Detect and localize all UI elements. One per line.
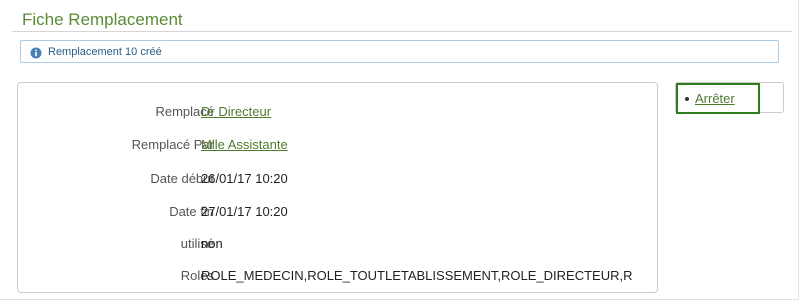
details-card: Remplacé Dr Directeur Remplacé Par Mlle … <box>17 82 658 293</box>
field-row-date-fin: Date fin 27/01/17 10:20 <box>18 202 657 222</box>
field-value-roles: ROLE_MEDECIN,ROLE_TOUTLETABLISSEMENT,ROL… <box>201 268 633 283</box>
field-value-date-fin: 27/01/17 10:20 <box>201 204 288 219</box>
action-item-arreter[interactable]: Arrêter <box>676 83 760 114</box>
page-title: Fiche Remplacement <box>22 10 183 29</box>
bullet-icon <box>685 96 689 101</box>
field-row-roles: Roles ROLE_MEDECIN,ROLE_TOUTLETABLISSEME… <box>18 266 657 286</box>
arreter-link[interactable]: Arrêter <box>695 91 735 106</box>
field-value-date-debut: 26/01/17 10:20 <box>201 171 288 186</box>
info-banner: Remplacement 10 créé <box>20 40 779 63</box>
actions-panel: Arrêter <box>675 82 784 114</box>
info-icon <box>30 46 42 58</box>
field-row-date-debut: Date début 26/01/17 10:20 <box>18 169 657 189</box>
field-row-remplace: Remplacé Dr Directeur <box>18 102 657 122</box>
info-message: Remplacement 10 créé <box>48 45 162 58</box>
link-remplace-par[interactable]: Mlle Assistante <box>201 135 288 155</box>
link-remplace[interactable]: Dr Directeur <box>201 102 271 122</box>
title-divider <box>12 31 792 32</box>
field-row-remplace-par: Remplacé Par Mlle Assistante <box>18 135 657 155</box>
field-value-utilise: non <box>201 236 223 251</box>
field-row-utilise: utilisé non <box>18 234 657 254</box>
